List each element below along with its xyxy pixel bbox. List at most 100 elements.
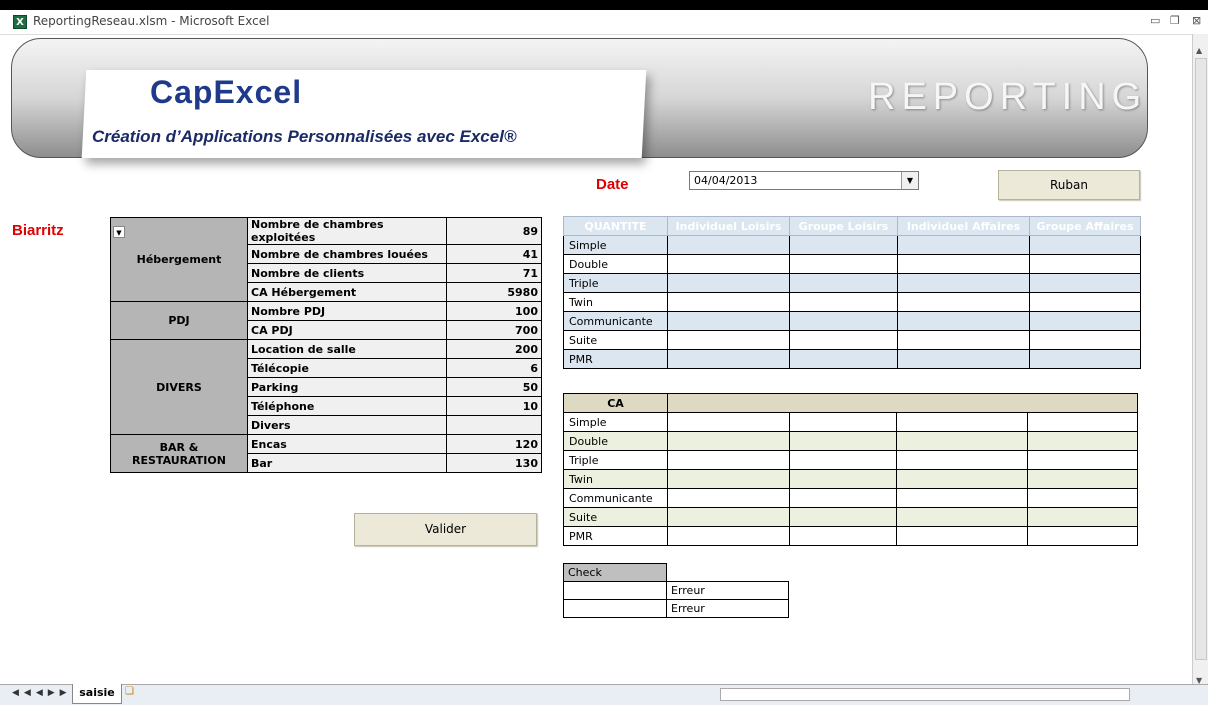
metric-value[interactable]	[446, 415, 542, 435]
cell[interactable]	[788, 450, 897, 470]
cell[interactable]	[789, 311, 898, 331]
valider-button[interactable]: Valider	[354, 513, 537, 546]
cell[interactable]	[897, 311, 1030, 331]
column-header: Groupe Loisirs	[789, 216, 898, 236]
cell[interactable]	[1029, 311, 1141, 331]
metric-label: Encas	[247, 434, 447, 454]
group-hebergement: Hébergement	[110, 217, 248, 302]
cell[interactable]	[1029, 330, 1141, 350]
cell[interactable]	[667, 431, 790, 451]
filter-dropdown-icon[interactable]: ▼	[113, 226, 125, 238]
cell[interactable]	[667, 412, 790, 432]
cell[interactable]	[897, 235, 1030, 255]
cell[interactable]	[563, 599, 667, 618]
cell[interactable]	[563, 581, 667, 600]
restore-icon[interactable]: ❐	[1170, 14, 1180, 27]
cell[interactable]	[1029, 273, 1141, 293]
table-row: Communicante	[563, 488, 1138, 508]
cell[interactable]	[895, 488, 1028, 508]
table-row: Simple	[563, 412, 1138, 432]
horizontal-scrollbar[interactable]	[720, 688, 1130, 701]
column-header: QUANTITE	[563, 216, 668, 236]
scroll-up-icon[interactable]: ▲	[1196, 46, 1202, 55]
metric-value[interactable]: 100	[446, 301, 542, 321]
cell[interactable]	[895, 431, 1028, 451]
cell[interactable]	[1026, 507, 1138, 527]
metric-value[interactable]: 700	[446, 320, 542, 340]
metric-value[interactable]: 41	[446, 244, 542, 264]
cell[interactable]	[667, 507, 790, 527]
cell[interactable]	[895, 507, 1028, 527]
cell[interactable]	[789, 349, 898, 369]
close-icon[interactable]: ⊠	[1192, 14, 1201, 27]
cell[interactable]	[895, 469, 1028, 489]
cell[interactable]	[895, 450, 1028, 470]
cell[interactable]	[788, 431, 897, 451]
cell[interactable]	[897, 273, 1030, 293]
metric-value[interactable]: 71	[446, 263, 542, 283]
cell[interactable]	[789, 273, 898, 293]
cell[interactable]	[667, 526, 790, 546]
cell[interactable]	[1026, 526, 1138, 546]
cell[interactable]	[789, 235, 898, 255]
group-divers: DIVERS	[110, 339, 248, 435]
table-row: Twin	[563, 469, 1138, 489]
screen-top-edge	[0, 0, 1208, 10]
table-row: Triple	[563, 450, 1138, 470]
cell[interactable]	[667, 311, 790, 331]
cell[interactable]	[667, 349, 790, 369]
cell[interactable]	[897, 349, 1030, 369]
metric-value[interactable]: 10	[446, 396, 542, 416]
minimize-icon[interactable]: ▭	[1150, 14, 1160, 27]
insert-sheet-icon[interactable]: ❏	[125, 686, 134, 697]
cell[interactable]	[1029, 254, 1141, 274]
cell[interactable]	[667, 292, 790, 312]
metric-value[interactable]: 5980	[446, 282, 542, 302]
cell[interactable]	[667, 273, 790, 293]
cell[interactable]	[895, 526, 1028, 546]
cell[interactable]	[788, 488, 897, 508]
cell[interactable]	[1026, 488, 1138, 508]
cell[interactable]	[667, 450, 790, 470]
metric-value[interactable]: 130	[446, 453, 542, 473]
row-label: Twin	[563, 469, 668, 489]
cell[interactable]	[788, 469, 897, 489]
metric-value[interactable]: 200	[446, 339, 542, 359]
cell[interactable]	[897, 292, 1030, 312]
metric-value[interactable]: 89	[446, 217, 542, 245]
metric-value[interactable]: 50	[446, 377, 542, 397]
cell[interactable]	[788, 412, 897, 432]
metric-value[interactable]: 6	[446, 358, 542, 378]
cell[interactable]	[789, 254, 898, 274]
cell[interactable]	[667, 488, 790, 508]
cell[interactable]	[1029, 292, 1141, 312]
chevron-down-icon[interactable]: ▼	[901, 172, 918, 189]
metric-label: Télécopie	[247, 358, 447, 378]
column-header: Individuel Loisirs	[667, 216, 790, 236]
cell[interactable]	[1026, 412, 1138, 432]
cell[interactable]	[667, 235, 790, 255]
cell[interactable]	[789, 292, 898, 312]
cell[interactable]	[667, 330, 790, 350]
table-row: PMR	[563, 526, 1138, 546]
cell[interactable]	[1026, 431, 1138, 451]
metric-value[interactable]: 120	[446, 434, 542, 454]
cell[interactable]	[1029, 235, 1141, 255]
cell[interactable]	[1026, 469, 1138, 489]
cell[interactable]	[789, 330, 898, 350]
cell[interactable]	[788, 526, 897, 546]
cell[interactable]	[897, 330, 1030, 350]
cell[interactable]	[788, 507, 897, 527]
cell[interactable]	[1026, 450, 1138, 470]
cell[interactable]	[897, 254, 1030, 274]
ruban-button[interactable]: Ruban	[998, 170, 1140, 200]
cell[interactable]	[667, 254, 790, 274]
table-row: Simple	[563, 235, 1141, 255]
cell[interactable]	[667, 469, 790, 489]
cell[interactable]	[895, 412, 1028, 432]
ca-header: CA	[563, 393, 668, 413]
vertical-scroll-thumb[interactable]	[1195, 58, 1207, 660]
sheet-nav-arrows-icon[interactable]: ◀◀◀▶▶	[12, 688, 72, 698]
sheet-tab-saisie[interactable]: saisie	[72, 684, 122, 704]
cell[interactable]	[1029, 349, 1141, 369]
